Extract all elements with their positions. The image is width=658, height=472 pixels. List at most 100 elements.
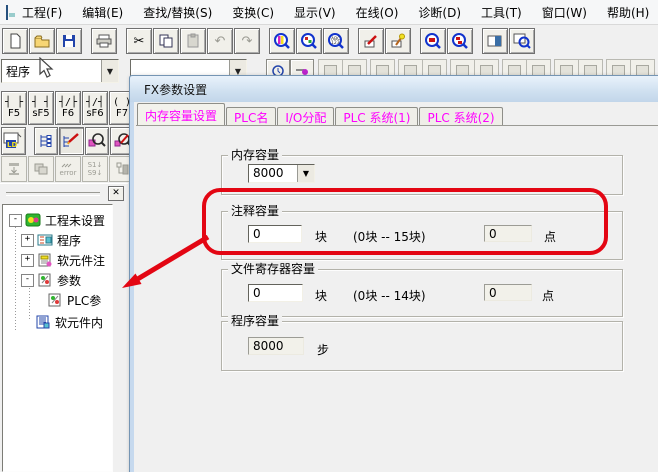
window-split-icon: [487, 33, 503, 49]
close-icon: ✕: [112, 189, 120, 198]
undo-button[interactable]: ↶: [207, 28, 233, 54]
tool-icon: [376, 65, 389, 76]
tree-item-label: 软元件注: [57, 252, 105, 269]
edit-red-pencil-icon: [363, 33, 379, 49]
tab-io-assignment[interactable]: I/O分配: [277, 107, 334, 125]
verify-windows-button[interactable]: [28, 156, 54, 182]
ladder-monitor-abc-button[interactable]: ABC123: [323, 28, 349, 54]
memory-capacity-value: 8000: [249, 165, 297, 182]
paste-icon: [185, 33, 201, 49]
expand-toggle-icon[interactable]: +: [21, 234, 34, 247]
plc-parameter-icon: [47, 293, 63, 307]
parallel-contact-button[interactable]: ┤ ┤ sF5: [28, 91, 54, 125]
copy-button[interactable]: [153, 28, 179, 54]
open-contact-button[interactable]: ┤ ├ F5: [1, 91, 27, 125]
key-label: F7: [116, 108, 128, 119]
tree-item-device-memory[interactable]: 软元件内: [21, 312, 103, 332]
comment-capacity-group: 注释容量 0 块 (0块 -- 15块) 0 点: [221, 211, 623, 260]
tab-plc-system-1[interactable]: PLC 系统(1): [335, 107, 418, 125]
tree-edit-button[interactable]: [59, 127, 84, 155]
ladder-window-button[interactable]: LD: [1, 127, 26, 155]
tree-item-device-comment[interactable]: + 软元件注: [21, 250, 105, 270]
tree-edit-pencil-icon: [61, 132, 81, 150]
error-check-button[interactable]: error: [55, 156, 81, 182]
chevron-down-icon[interactable]: ▼: [297, 165, 314, 182]
blocks-range-label: (0块 -- 14块): [353, 287, 426, 304]
tab-plc-name[interactable]: PLC名: [226, 107, 276, 125]
expand-toggle-icon[interactable]: +: [21, 254, 34, 267]
menu-view[interactable]: 显示(V): [284, 4, 346, 21]
file-register-points-field: 0: [484, 284, 532, 301]
edit-red-pencil-button[interactable]: [358, 28, 384, 54]
window-find-button[interactable]: [509, 28, 535, 54]
application-window: 工程(F) 编辑(E) 查找/替换(S) 变换(C) 显示(V) 在线(O) 诊…: [0, 0, 658, 472]
tool-icon: [612, 65, 625, 76]
open-button[interactable]: [29, 28, 55, 54]
edit-yellow-star-button[interactable]: [385, 28, 411, 54]
group-label: 注释容量: [228, 204, 282, 218]
zoom-red-box-2-icon: [451, 32, 469, 50]
collapse-toggle-icon[interactable]: -: [9, 214, 22, 227]
cut-button[interactable]: ✂: [126, 28, 152, 54]
menu-help[interactable]: 帮助(H): [597, 4, 658, 21]
menu-diagnostics[interactable]: 诊断(D): [408, 4, 471, 21]
key-label: F5: [8, 108, 20, 119]
step-run-button[interactable]: S1↓ S9↓: [82, 156, 108, 182]
comment-points-field: 0: [484, 225, 532, 242]
menu-window[interactable]: 窗口(W): [532, 4, 597, 21]
key-label: sF6: [86, 108, 103, 119]
menu-find-replace[interactable]: 查找/替换(S): [133, 4, 222, 21]
zoom-red-box-icon: [424, 32, 442, 50]
tree-item-parameter[interactable]: - 参数: [21, 270, 81, 290]
ladder-monitor-color-button[interactable]: [269, 28, 295, 54]
window-find-icon: [513, 32, 531, 50]
zoom-red-box-2-button[interactable]: [447, 28, 473, 54]
tool-icon: [456, 65, 469, 76]
closed-contact-button[interactable]: ┤/├ F6: [55, 91, 81, 125]
tree-view-button[interactable]: [34, 127, 59, 155]
zoom-red-box-button[interactable]: [420, 28, 446, 54]
device-memory-icon: [35, 315, 51, 329]
menu-convert[interactable]: 变换(C): [222, 4, 284, 21]
error-label: error: [60, 169, 77, 177]
blocks-unit-label: 块: [315, 287, 327, 304]
redo-button[interactable]: ↷: [234, 28, 260, 54]
new-button[interactable]: [2, 28, 28, 54]
new-icon: [7, 33, 23, 49]
tree-item-plc-parameter[interactable]: PLC参: [47, 290, 101, 310]
parallel-closed-contact-button[interactable]: ┤/┤ sF6: [82, 91, 108, 125]
tab-memory-capacity[interactable]: 内存容量设置: [137, 103, 225, 125]
menu-project[interactable]: 工程(F): [12, 4, 72, 21]
ladder-monitor-color-icon: [273, 32, 291, 50]
key-label: F6: [62, 108, 74, 119]
window-split-button[interactable]: [482, 28, 508, 54]
memory-capacity-combo[interactable]: 8000 ▼: [248, 164, 315, 183]
save-button[interactable]: [56, 28, 82, 54]
ladder-symbol-toolbar: ┤ ├ F5 ┤ ┤ sF5 ┤/├ F6 ┤/┤ sF6 ( ) F7: [0, 91, 136, 126]
tree-item-project-root[interactable]: - 工程未设置: [9, 210, 105, 230]
menu-online[interactable]: 在线(O): [346, 4, 409, 21]
paste-button[interactable]: [180, 28, 206, 54]
chevron-down-icon[interactable]: ▼: [101, 60, 118, 82]
ladder-monitor-squares-button[interactable]: [296, 28, 322, 54]
menu-edit[interactable]: 编辑(E): [72, 4, 133, 21]
comment-blocks-input[interactable]: 0: [248, 225, 302, 243]
write-to-plc-button[interactable]: [1, 156, 27, 182]
mdi-child-icon[interactable]: [6, 5, 8, 20]
redo-icon: ↷: [242, 35, 253, 48]
collapse-toggle-icon[interactable]: -: [21, 274, 34, 287]
disabled-toolbar: error S1↓ S9↓: [0, 156, 136, 183]
tree-item-program[interactable]: + 程序: [21, 230, 81, 250]
points-unit-label: 点: [542, 287, 554, 304]
dialog-title-bar[interactable]: FX参数设置: [130, 76, 658, 102]
find-monitor-button[interactable]: [85, 127, 110, 155]
close-panel-button[interactable]: ✕: [108, 186, 124, 201]
print-button[interactable]: [91, 28, 117, 54]
menu-tools[interactable]: 工具(T): [471, 4, 532, 21]
program-combo[interactable]: 程序 ▼: [1, 59, 119, 83]
file-register-blocks-input[interactable]: 0: [248, 284, 303, 302]
tab-plc-system-2[interactable]: PLC 系统(2): [419, 107, 502, 125]
block-order-icon: [114, 161, 130, 177]
tool-icon: [560, 65, 573, 76]
panel-gripper[interactable]: [6, 192, 100, 196]
